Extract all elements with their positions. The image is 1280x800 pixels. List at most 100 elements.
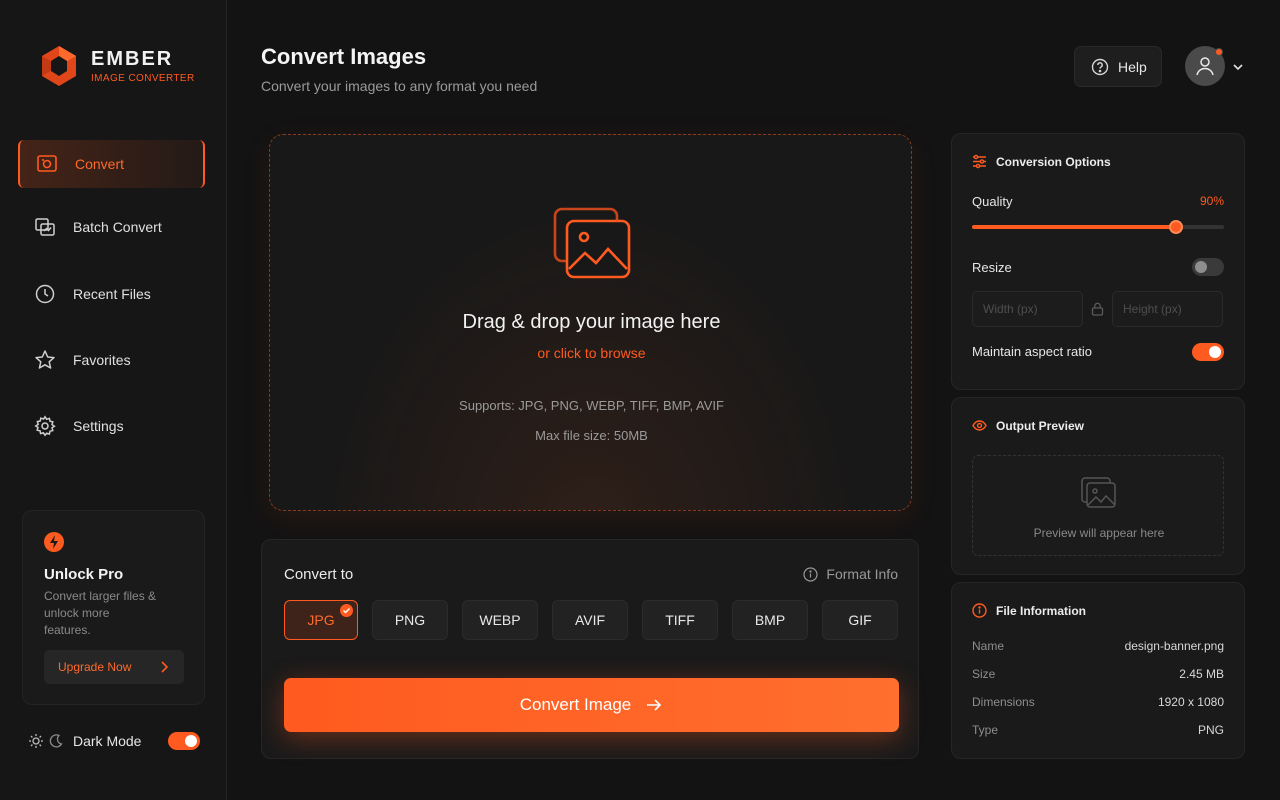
chevron-down-icon[interactable]: [1232, 61, 1244, 73]
convert-icon: [36, 153, 58, 175]
file-information-title: File Information: [996, 603, 1086, 618]
dark-mode-toggle[interactable]: [168, 732, 200, 750]
file-info-value: design-banner.png: [1124, 639, 1224, 653]
sidebar-item-label: Batch Convert: [73, 219, 162, 235]
chevron-right-icon: [161, 661, 169, 673]
page-title: Convert Images: [261, 44, 427, 69]
sidebar-item-convert[interactable]: Convert: [18, 140, 205, 188]
file-info-value: 2.45 MB: [1179, 667, 1224, 681]
supported-formats-text: Supports: JPG, PNG, WEBP, TIFF, BMP, AVI…: [459, 398, 724, 413]
format-option-gif[interactable]: GIF: [822, 600, 898, 640]
batch-icon: [34, 216, 56, 238]
format-option-jpg[interactable]: JPG: [284, 600, 358, 640]
dark-mode-row: Dark Mode: [28, 728, 200, 754]
file-info-value: PNG: [1197, 723, 1224, 737]
sidebar-item-label: Convert: [75, 156, 125, 172]
format-label: WEBP: [479, 612, 521, 628]
arrow-right-icon: [647, 699, 662, 711]
sidebar-item-label: Recent Files: [73, 286, 151, 302]
convert-image-button[interactable]: Convert Image: [284, 678, 899, 732]
lock-icon[interactable]: [1091, 302, 1104, 316]
notification-dot: [1215, 48, 1223, 56]
file-info-row-type: Type PNG: [972, 723, 1224, 737]
file-info-row-name: Name design-banner.png: [972, 639, 1224, 653]
format-label: GIF: [848, 612, 872, 628]
format-info-label: Format Info: [826, 566, 898, 582]
file-info-row-size: Size 2.45 MB: [972, 667, 1224, 681]
moon-icon: [49, 734, 63, 748]
dark-mode-label: Dark Mode: [73, 733, 142, 749]
output-preview-title: Output Preview: [996, 418, 1085, 433]
sidebar: EMBER IMAGE CONVERTER Convert Batch Conv…: [0, 0, 227, 800]
file-info-key: Type: [972, 723, 999, 737]
ember-logo-icon: [42, 46, 76, 86]
format-option-bmp[interactable]: BMP: [732, 600, 808, 640]
format-label: TIFF: [665, 612, 695, 628]
conversion-options-title: Conversion Options: [996, 154, 1111, 169]
sidebar-item-recent-files[interactable]: Recent Files: [18, 270, 205, 318]
max-file-size-text: Max file size: 50MB: [535, 428, 648, 443]
upgrade-now-label: Upgrade Now: [58, 660, 132, 674]
convert-image-label: Convert Image: [519, 695, 632, 714]
info-icon: [803, 566, 819, 582]
user-icon: [1196, 57, 1214, 76]
file-info-key: Name: [972, 639, 1005, 653]
conversion-options-header: Conversion Options: [972, 154, 1111, 169]
image-dropzone[interactable]: Drag & drop your image here or click to …: [269, 134, 912, 511]
quality-value: 90%: [1199, 194, 1224, 208]
preview-placeholder-text: Preview will appear here: [1033, 526, 1165, 540]
help-button[interactable]: Help: [1074, 46, 1162, 87]
browse-link[interactable]: or click to browse: [270, 345, 913, 361]
file-info-value: 1920 x 1080: [1157, 695, 1224, 709]
format-option-avif[interactable]: AVIF: [552, 600, 628, 640]
pro-description: Convert larger files & unlock more featu…: [44, 589, 157, 637]
sliders-icon: [973, 154, 986, 169]
format-option-png[interactable]: PNG: [372, 600, 448, 640]
quality-slider[interactable]: [972, 220, 1224, 234]
preview-area: Preview will appear here: [972, 455, 1224, 556]
format-options: JPG PNG WEBP AVIF TIFF BMP GIF: [284, 600, 898, 640]
aspect-ratio-toggle[interactable]: [1192, 343, 1224, 361]
eye-icon: [972, 420, 987, 431]
sidebar-item-favorites[interactable]: Favorites: [18, 336, 205, 384]
format-option-webp[interactable]: WEBP: [462, 600, 538, 640]
bolt-icon: [44, 532, 64, 552]
gear-icon: [34, 415, 56, 437]
resize-toggle[interactable]: [1192, 258, 1224, 276]
sidebar-item-label: Settings: [73, 418, 124, 434]
sun-icon: [29, 734, 43, 748]
page-subtitle: Convert your images to any format you ne…: [261, 78, 538, 94]
upgrade-now-button[interactable]: Upgrade Now: [44, 650, 184, 684]
sidebar-item-batch-convert[interactable]: Batch Convert: [18, 203, 205, 251]
help-label: Help: [1118, 58, 1147, 75]
app-subtitle: IMAGE CONVERTER: [91, 73, 195, 84]
star-icon: [34, 349, 56, 371]
aspect-ratio-label: Maintain aspect ratio: [972, 344, 1092, 359]
file-information-header: File Information: [972, 603, 1086, 618]
file-info-key: Dimensions: [972, 695, 1035, 709]
format-option-tiff[interactable]: TIFF: [642, 600, 718, 640]
convert-to-panel: Convert to Format Info JPG PNG WEBP AVIF…: [261, 539, 919, 759]
output-preview-header: Output Preview: [972, 418, 1084, 433]
format-label: AVIF: [574, 612, 606, 628]
unlock-pro-card: Unlock Pro Convert larger files & unlock…: [22, 510, 205, 705]
user-avatar[interactable]: [1185, 46, 1225, 86]
format-info-link[interactable]: Format Info: [803, 566, 898, 582]
sidebar-item-settings[interactable]: Settings: [18, 402, 205, 450]
app-logo[interactable]: EMBER IMAGE CONVERTER: [40, 45, 195, 87]
help-icon: [1091, 58, 1109, 75]
image-upload-icon: [553, 207, 631, 279]
width-input[interactable]: [972, 291, 1083, 327]
dropzone-title: Drag & drop your image here: [462, 311, 721, 333]
file-information-panel: File Information Name design-banner.png …: [951, 582, 1245, 759]
height-input[interactable]: [1112, 291, 1223, 327]
app-name: EMBER: [91, 48, 174, 70]
check-icon: [340, 604, 353, 617]
format-label: PNG: [394, 612, 426, 628]
output-preview-panel: Output Preview Preview will appear here: [951, 397, 1245, 575]
quality-slider-thumb[interactable]: [1169, 220, 1184, 234]
clock-icon: [34, 283, 56, 305]
pro-title: Unlock Pro: [44, 566, 124, 583]
format-label: BMP: [754, 612, 786, 628]
format-label: JPG: [307, 612, 335, 628]
